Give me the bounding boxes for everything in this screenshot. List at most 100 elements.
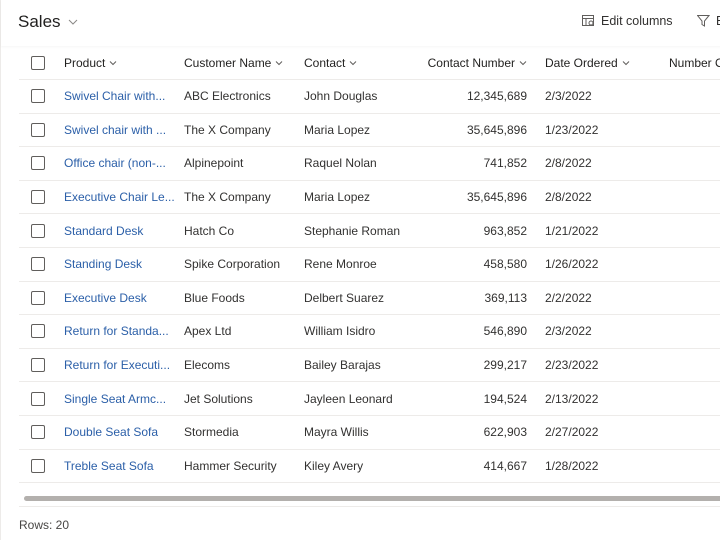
- product-cell: Executive Chair Le...: [64, 181, 174, 214]
- column-header-date-ordered[interactable]: Date Ordered: [545, 46, 655, 79]
- customer-name-cell: Apex Ltd: [184, 324, 232, 339]
- edit-columns-label: Edit columns: [601, 14, 673, 28]
- product-cell: Return for Executi...: [64, 349, 174, 382]
- select-all-checkbox[interactable]: [31, 55, 45, 70]
- product-cell: Swivel Chair with...: [64, 80, 174, 113]
- product-cell: Return for Standa...: [64, 315, 174, 348]
- date-ordered-cell: 2/27/2022: [545, 425, 599, 440]
- customer-name-cell: The X Company: [184, 190, 271, 205]
- date-ordered-cell: 2/8/2022: [545, 156, 592, 171]
- customer-name-cell: ABC Electronics: [184, 89, 271, 104]
- row-checkbox[interactable]: [31, 190, 45, 205]
- contact-number-cell: 741,852: [483, 156, 527, 171]
- edit-columns-icon: [582, 15, 594, 26]
- product-cell: Single Seat Armc...: [64, 382, 174, 415]
- product-cell: Executive Desk: [64, 282, 174, 315]
- date-ordered-cell: 1/21/2022: [545, 223, 599, 238]
- date-ordered-cell: 2/2/2022: [545, 290, 592, 305]
- table-row[interactable]: Double Seat Sofa Stormedia Mayra Willis 622…: [19, 416, 720, 450]
- column-header-contact[interactable]: Contact: [304, 46, 419, 79]
- table-row[interactable]: Executive Desk Blue Foods Delbert Suarez 36…: [19, 282, 720, 316]
- scrollbar-thumb[interactable]: [24, 496, 720, 501]
- chevron-down-icon: [519, 60, 527, 65]
- contact-number-cell: 458,580: [483, 257, 527, 272]
- row-checkbox[interactable]: [31, 257, 45, 272]
- chevron-down-icon: [110, 60, 117, 65]
- chevron-down-icon: [622, 60, 630, 65]
- customer-name-cell: Spike Corporation: [184, 257, 281, 272]
- date-ordered-cell: 2/13/2022: [545, 391, 599, 406]
- row-checkbox[interactable]: [31, 156, 45, 171]
- product-link[interactable]: Double Seat Sofa: [64, 425, 158, 439]
- product-link[interactable]: Executive Chair Le...: [64, 190, 174, 204]
- filter-button[interactable]: E: [697, 14, 720, 28]
- contact-number-cell: 299,217: [483, 358, 527, 373]
- grid-header: Product Customer Name Contact Contact Nu…: [19, 46, 720, 80]
- contact-cell: Rene Monroe: [304, 257, 377, 272]
- contact-cell: Bailey Barajas: [304, 358, 381, 373]
- row-checkbox[interactable]: [31, 89, 45, 104]
- customer-name-cell: Elecoms: [184, 358, 231, 373]
- contact-cell: Raquel Nolan: [304, 156, 377, 171]
- command-bar: Sales Edit columns E: [1, 0, 720, 46]
- row-checkbox[interactable]: [31, 223, 45, 238]
- contact-cell: Jayleen Leonard: [304, 391, 393, 406]
- column-header-contact-number[interactable]: Contact Number: [421, 46, 527, 79]
- product-cell: Office chair (non-...: [64, 147, 174, 180]
- row-checkbox[interactable]: [31, 358, 45, 373]
- table-row[interactable]: Return for Standa... Apex Ltd William Isid…: [19, 315, 720, 349]
- row-count: Rows: 20: [19, 518, 70, 532]
- filter-label: E: [716, 14, 720, 28]
- product-cell: Standard Desk: [64, 214, 174, 247]
- contact-cell: Delbert Suarez: [304, 290, 385, 305]
- row-checkbox[interactable]: [31, 290, 45, 305]
- contact-number-cell: 963,852: [483, 223, 527, 238]
- table-row[interactable]: Swivel chair with ... The X Company Maria …: [19, 114, 720, 148]
- product-link[interactable]: Return for Executi...: [64, 358, 170, 372]
- product-link[interactable]: Executive Desk: [64, 291, 147, 305]
- date-ordered-cell: 2/23/2022: [545, 358, 599, 373]
- table-row[interactable]: Treble Seat Sofa Hammer Security Kiley Ave…: [19, 450, 720, 484]
- product-cell: Standing Desk: [64, 248, 174, 281]
- row-checkbox[interactable]: [31, 122, 45, 137]
- product-cell: Treble Seat Sofa: [64, 450, 174, 483]
- chevron-down-icon: [276, 60, 283, 65]
- product-link[interactable]: Return for Standa...: [64, 324, 169, 338]
- table-row[interactable]: Executive Chair Le... The X Company Maria …: [19, 181, 720, 215]
- contact-number-cell: 414,667: [483, 458, 527, 473]
- contact-number-cell: 546,890: [483, 324, 527, 339]
- table-row[interactable]: Office chair (non-... Alpinepoint Raquel N…: [19, 147, 720, 181]
- row-checkbox[interactable]: [31, 458, 45, 473]
- row-checkbox[interactable]: [31, 391, 45, 406]
- product-link[interactable]: Treble Seat Sofa: [64, 459, 154, 473]
- date-ordered-cell: 1/23/2022: [545, 122, 599, 137]
- product-link[interactable]: Single Seat Armc...: [64, 392, 166, 406]
- contact-number-cell: 369,113: [484, 290, 528, 305]
- product-link[interactable]: Standard Desk: [64, 224, 143, 238]
- contact-number-cell: 35,645,896: [466, 190, 527, 205]
- column-header-product[interactable]: Product: [64, 46, 174, 79]
- product-cell: Swivel chair with ...: [64, 114, 174, 147]
- column-header-customer-name[interactable]: Customer Name: [184, 46, 299, 79]
- product-link[interactable]: Standing Desk: [64, 257, 142, 271]
- edit-columns-button[interactable]: Edit columns: [582, 14, 673, 28]
- horizontal-scrollbar[interactable]: [19, 493, 720, 507]
- filter-icon: [697, 15, 710, 27]
- row-checkbox[interactable]: [31, 425, 45, 440]
- product-link[interactable]: Swivel Chair with...: [64, 89, 165, 103]
- contact-number-cell: 35,645,896: [466, 122, 527, 137]
- view-selector[interactable]: Sales: [18, 12, 78, 32]
- table-row[interactable]: Swivel Chair with... ABC Electronics John …: [19, 80, 720, 114]
- table-row[interactable]: Single Seat Armc... Jet Solutions Jayleen …: [19, 382, 720, 416]
- date-ordered-cell: 2/3/2022: [545, 324, 592, 339]
- row-checkbox[interactable]: [31, 324, 45, 339]
- product-link[interactable]: Swivel chair with ...: [64, 123, 166, 137]
- table-row[interactable]: Standing Desk Spike Corporation Rene Monro…: [19, 248, 720, 282]
- table-row[interactable]: Return for Executi... Elecoms Bailey Baraj…: [19, 349, 720, 383]
- product-link[interactable]: Office chair (non-...: [64, 156, 166, 170]
- table-row[interactable]: Standard Desk Hatch Co Stephanie Roman 963,…: [19, 214, 720, 248]
- column-header-number-o[interactable]: Number O: [669, 46, 720, 79]
- contact-cell: Maria Lopez: [304, 122, 371, 137]
- contact-number-cell: 194,524: [483, 391, 527, 406]
- customer-name-cell: Blue Foods: [184, 290, 245, 305]
